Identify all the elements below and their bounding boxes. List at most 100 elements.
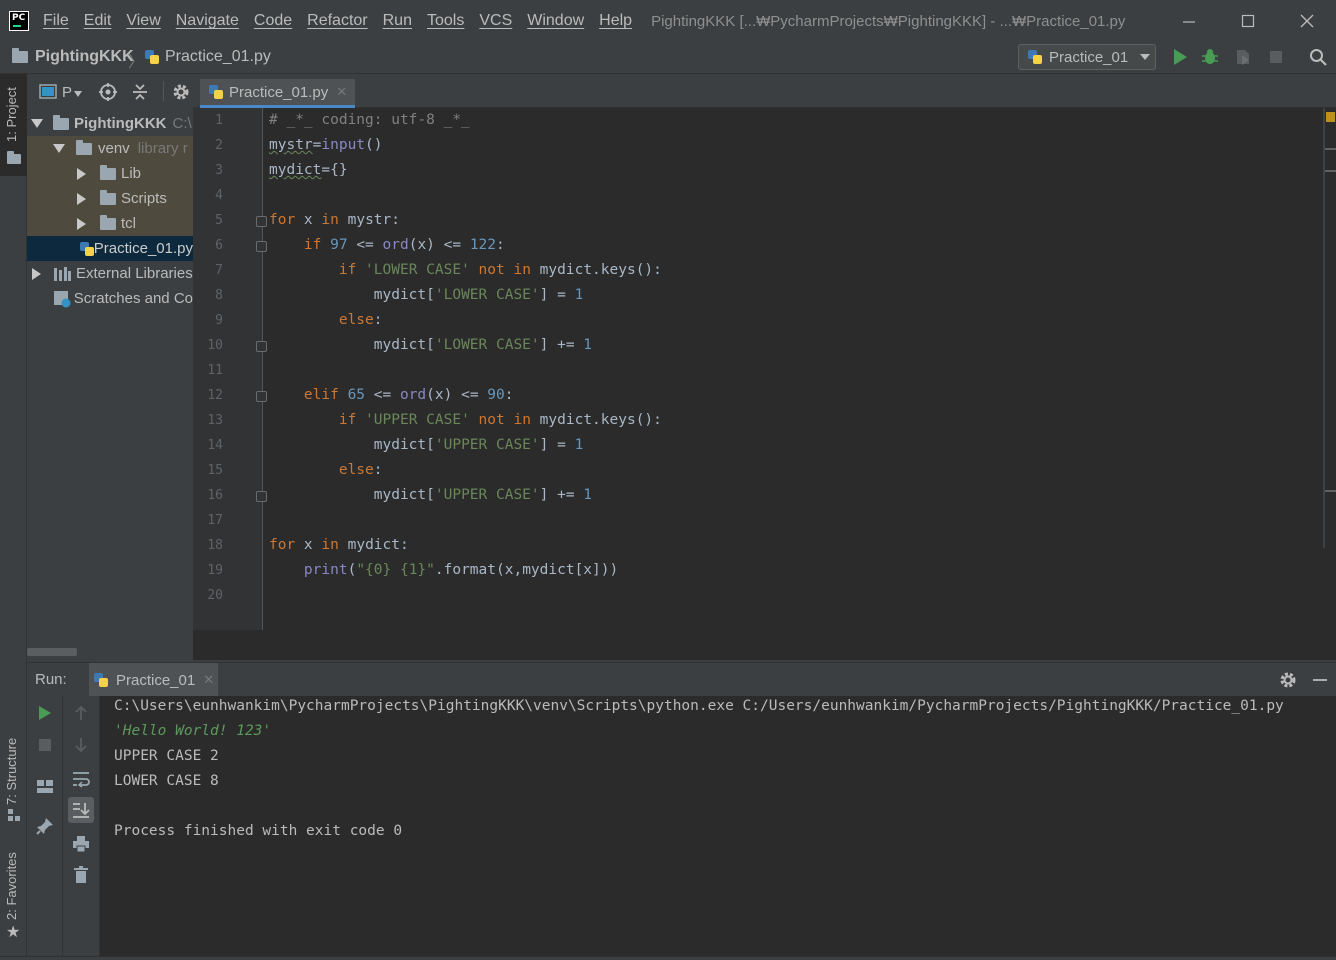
- minimize-icon: [1183, 21, 1195, 23]
- code-line-7: if 'LOWER CASE' not in mydict.keys():: [338, 262, 662, 278]
- chevron-down-icon[interactable]: [53, 144, 65, 153]
- breadcrumb-file-label: Practice_01.py: [165, 48, 271, 65]
- fold-marker-icon[interactable]: [256, 241, 267, 252]
- stop-button[interactable]: [1266, 47, 1286, 67]
- tree-item-tcl[interactable]: tcl: [27, 211, 193, 236]
- breadcrumb-file[interactable]: Practice_01.py: [144, 48, 271, 66]
- structure-tool-tab-label[interactable]: 7: Structure: [4, 738, 19, 805]
- run-with-coverage-button[interactable]: [1233, 47, 1253, 67]
- scroll-up-button[interactable]: [71, 703, 91, 723]
- menu-file[interactable]: File: [43, 12, 69, 30]
- restore-layout-button[interactable]: [35, 776, 55, 796]
- fold-marker-icon[interactable]: [256, 391, 267, 402]
- menu-vcs[interactable]: VCS: [479, 12, 512, 30]
- fold-marker-icon[interactable]: [256, 491, 267, 502]
- soft-wrap-button[interactable]: [71, 769, 91, 789]
- print-button[interactable]: [71, 834, 91, 854]
- line-number: 8: [215, 288, 223, 303]
- library-icon: [54, 266, 71, 281]
- line-number: 5: [215, 213, 223, 228]
- scroll-down-button[interactable]: [71, 735, 91, 755]
- run-icon: [39, 706, 51, 720]
- editor-empty-area: [193, 630, 1336, 660]
- code-line-19: print("{0} {1}".format(x,mydict[x])): [303, 562, 619, 578]
- menu-help[interactable]: Help: [599, 12, 632, 30]
- menu-window[interactable]: Window: [527, 12, 584, 30]
- close-tab-icon[interactable]: ✕: [203, 672, 214, 688]
- code-line-15: else:: [338, 462, 383, 478]
- coverage-icon: [1237, 50, 1249, 65]
- pin-tab-button[interactable]: [35, 816, 55, 836]
- tree-item-external-libraries[interactable]: External Libraries: [27, 261, 193, 286]
- line-number: 6: [215, 238, 223, 253]
- menu-refactor[interactable]: Refactor: [307, 12, 367, 30]
- project-view-select[interactable]: P: [62, 84, 72, 101]
- line-number: 20: [207, 588, 223, 603]
- editor-tab-practice[interactable]: Practice_01.py ✕: [200, 79, 356, 108]
- favorites-tool-tab-label[interactable]: 2: Favorites: [4, 852, 19, 920]
- code-line-1: # _*_ coding: utf-8 _*_: [269, 112, 470, 128]
- project-view-dropdown-icon[interactable]: [73, 90, 83, 98]
- tree-item-venv[interactable]: venv library r: [27, 136, 193, 161]
- pycharm-logo-icon: PC: [9, 11, 29, 31]
- inspection-status-icon[interactable]: [1326, 112, 1335, 122]
- run-tab-practice[interactable]: Practice_01 ✕: [89, 663, 219, 697]
- close-tab-icon[interactable]: ✕: [336, 84, 347, 100]
- header-divider: [163, 81, 164, 101]
- menu-run[interactable]: Run: [383, 12, 412, 30]
- folder-icon: [100, 189, 116, 205]
- star-icon: ★: [6, 924, 21, 941]
- project-view-icon[interactable]: [39, 84, 57, 100]
- python-run-config-icon: [93, 672, 109, 688]
- clear-all-button[interactable]: [71, 865, 91, 885]
- folder-icon: [53, 114, 69, 130]
- tree-item-scripts[interactable]: Scripts: [27, 186, 193, 211]
- fold-marker-icon[interactable]: [256, 216, 267, 227]
- chevron-right-icon[interactable]: [77, 192, 86, 205]
- rerun-button[interactable]: [35, 703, 55, 723]
- locate-file-icon[interactable]: [98, 82, 118, 102]
- menu-code[interactable]: Code: [254, 12, 292, 30]
- debug-button[interactable]: [1200, 47, 1220, 67]
- chevron-right-icon[interactable]: [77, 167, 86, 180]
- project-tool-folder-icon: [7, 151, 21, 164]
- tree-item-practice-file[interactable]: Practice_01.py: [27, 236, 193, 261]
- hide-panel-icon[interactable]: [1311, 670, 1329, 690]
- chevron-right-icon[interactable]: [32, 267, 41, 280]
- menu-tools[interactable]: Tools: [427, 12, 464, 30]
- code-line-3: mydict={}: [269, 162, 348, 178]
- gear-icon[interactable]: [1278, 670, 1298, 690]
- minimize-button[interactable]: [1160, 0, 1218, 42]
- run-button[interactable]: [1170, 47, 1190, 67]
- project-horizontal-scrollbar[interactable]: [27, 648, 77, 656]
- menu-view[interactable]: View: [126, 12, 160, 30]
- menu-navigate[interactable]: Navigate: [176, 12, 239, 30]
- tree-item-lib[interactable]: Lib: [27, 161, 193, 186]
- code-editor[interactable]: [263, 108, 1321, 630]
- menu-bar: PC File Edit View Navigate Code Refactor…: [0, 0, 1336, 42]
- breadcrumb-project[interactable]: PightingKKK: [12, 48, 134, 66]
- fold-marker-icon[interactable]: [256, 341, 267, 352]
- run-configuration-select[interactable]: Practice_01: [1018, 44, 1156, 70]
- chevron-right-icon[interactable]: [77, 217, 86, 230]
- line-number: 16: [207, 488, 223, 503]
- line-number: 11: [207, 363, 223, 378]
- tree-item-scratches[interactable]: Scratches and Co: [27, 286, 193, 311]
- gear-icon[interactable]: [171, 82, 191, 102]
- chevron-down-icon[interactable]: [31, 119, 43, 128]
- maximize-button[interactable]: [1219, 0, 1277, 42]
- line-number: 4: [215, 188, 223, 203]
- scroll-to-end-button[interactable]: [68, 797, 94, 823]
- line-number: 15: [207, 463, 223, 478]
- editor-vertical-scrollbar[interactable]: [1323, 108, 1325, 548]
- structure-icon: [8, 809, 20, 821]
- collapse-all-icon[interactable]: [131, 83, 149, 101]
- project-tool-tab-label[interactable]: 1: Project: [4, 87, 19, 142]
- search-everywhere-button[interactable]: [1308, 47, 1328, 67]
- tree-item-label: PightingKKK: [74, 115, 167, 132]
- close-window-button[interactable]: [1278, 0, 1336, 42]
- menu-edit[interactable]: Edit: [84, 12, 112, 30]
- tree-item-project-root[interactable]: PightingKKK C:\: [27, 111, 193, 136]
- arrow-down-icon: [75, 738, 87, 753]
- stop-run-button[interactable]: [35, 735, 55, 755]
